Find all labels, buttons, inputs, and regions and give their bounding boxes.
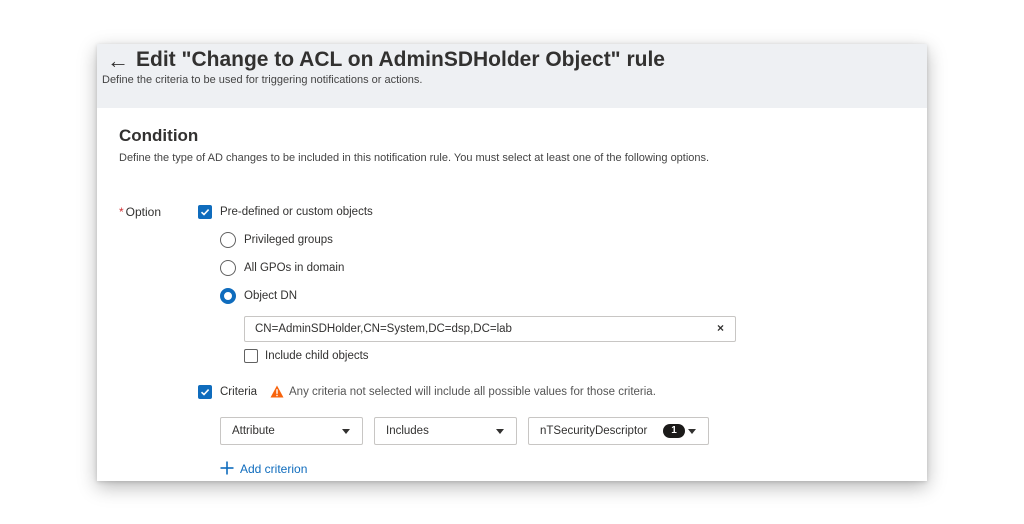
checkmark-icon — [200, 389, 210, 396]
radio-all-gpos-label: All GPOs in domain — [244, 262, 345, 274]
panel-header: ← Edit "Change to ACL on AdminSDHolder O… — [97, 44, 927, 108]
caret-down-icon — [688, 429, 696, 434]
add-criterion-label: Add criterion — [240, 462, 308, 476]
criteria-label: Criteria — [220, 386, 258, 398]
radio-all-gpos[interactable] — [220, 260, 236, 276]
clear-icon[interactable]: × — [717, 321, 724, 335]
criteria-value-dropdown[interactable]: nTSecurityDescriptor 1 — [528, 417, 709, 445]
plus-icon — [220, 461, 234, 475]
predefined-objects-label: Pre-defined or custom objects — [220, 206, 373, 218]
arrow-left-icon[interactable]: ← — [107, 48, 129, 74]
required-marker: * — [119, 205, 124, 219]
radio-object-dn[interactable] — [220, 288, 236, 304]
selected-count-badge: 1 — [663, 424, 685, 438]
option-label: * Option — [119, 205, 161, 219]
criteria-operator-value: Includes — [386, 425, 429, 437]
object-dn-input[interactable]: CN=AdminSDHolder,CN=System,DC=dsp,DC=lab… — [244, 316, 736, 342]
predefined-objects-checkbox[interactable] — [198, 205, 212, 219]
checkmark-icon — [200, 209, 210, 216]
criteria-field-dropdown[interactable]: Attribute — [220, 417, 363, 445]
condition-heading: Condition — [119, 126, 199, 145]
radio-privileged-groups-label: Privileged groups — [244, 234, 333, 246]
criteria-warning-text: Any criteria not selected will include a… — [289, 386, 656, 398]
criteria-operator-dropdown[interactable]: Includes — [374, 417, 517, 445]
page-subtitle: Define the criteria to be used for trigg… — [102, 74, 423, 86]
condition-description: Define the type of AD changes to be incl… — [119, 152, 710, 164]
object-dn-value: CN=AdminSDHolder,CN=System,DC=dsp,DC=lab — [255, 323, 512, 335]
warning-triangle-icon — [270, 385, 284, 398]
criteria-field-value: Attribute — [232, 425, 275, 437]
caret-down-icon — [342, 429, 350, 434]
radio-privileged-groups[interactable] — [220, 232, 236, 248]
option-label-text: Option — [125, 205, 162, 219]
criteria-value-text: nTSecurityDescriptor — [540, 425, 648, 437]
radio-object-dn-label: Object DN — [244, 290, 298, 302]
edit-rule-panel: ← Edit "Change to ACL on AdminSDHolder O… — [97, 44, 927, 481]
page-title: Edit "Change to ACL on AdminSDHolder Obj… — [136, 48, 665, 71]
include-child-objects-label: Include child objects — [265, 350, 369, 362]
include-child-objects-checkbox[interactable] — [244, 349, 258, 363]
criteria-checkbox[interactable] — [198, 385, 212, 399]
caret-down-icon — [496, 429, 504, 434]
